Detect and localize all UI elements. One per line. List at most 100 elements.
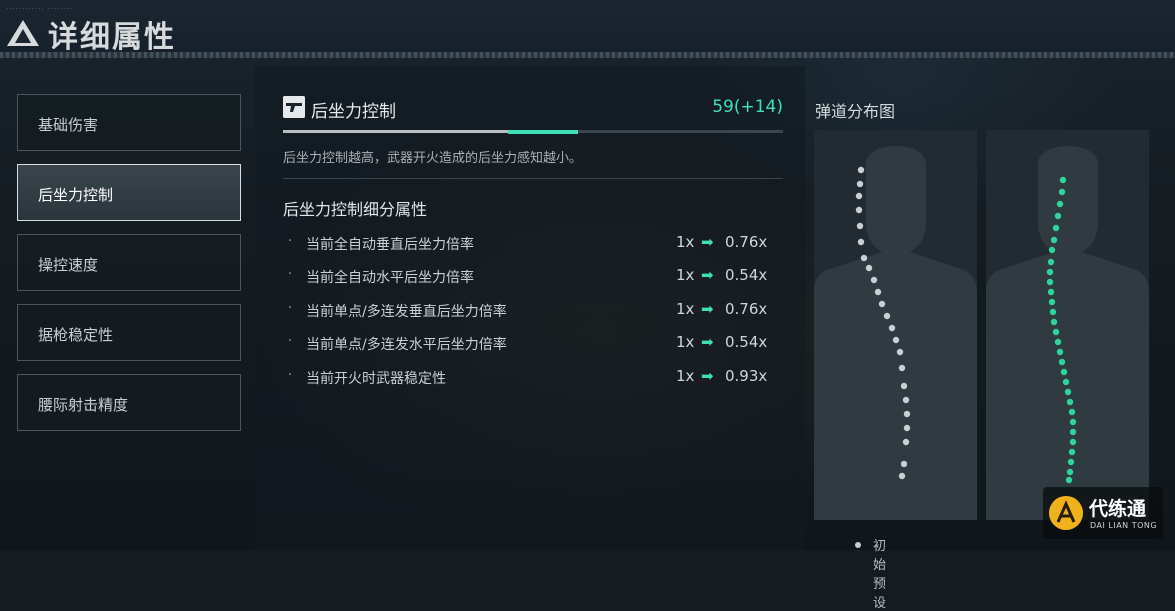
attribute-name: 当前全自动垂直后坐力倍率 — [306, 237, 474, 253]
menu-item-label: 后坐力控制 — [38, 186, 114, 204]
watermark-badge: 代练通 DAI LIAN TONG — [1043, 487, 1163, 539]
menu-item-recoil-control[interactable]: 后坐力控制 — [17, 164, 241, 221]
title-divider — [0, 52, 1175, 58]
shot-dot — [900, 382, 908, 390]
attribute-to: 0.54x — [725, 266, 768, 284]
sub-attributes-title: 后坐力控制细分属性 — [283, 200, 428, 219]
stat-title: 后坐力控制 — [311, 102, 396, 122]
shot-dot — [1048, 246, 1056, 254]
shot-dot — [1050, 318, 1058, 326]
silhouette-figure-icon — [814, 146, 977, 520]
game-logo-icon — [7, 20, 39, 46]
shot-dot — [1069, 438, 1077, 446]
shot-dot — [855, 206, 863, 214]
shot-dot — [1064, 388, 1072, 396]
title-bar: ............ ........ 详细属性 — [0, 0, 1175, 58]
shot-dot — [1069, 418, 1077, 426]
attribute-from: 1x — [676, 233, 695, 251]
shot-dot — [1058, 188, 1066, 196]
shot-dot — [870, 276, 878, 284]
attribute-name: 当前单点/多连发水平后坐力倍率 — [306, 337, 507, 353]
stat-value: 59(+14) — [712, 97, 783, 117]
stat-bar-base — [283, 130, 508, 133]
shot-dot — [1068, 448, 1076, 456]
shot-dot — [1056, 200, 1064, 208]
arrow-right-icon: ➡ — [701, 300, 714, 318]
arrow-right-icon: ➡ — [701, 333, 714, 351]
shot-dot — [1054, 212, 1062, 220]
attribute-to: 0.93x — [725, 367, 768, 385]
watermark-text: 代练通 — [1089, 498, 1147, 520]
shot-dot — [898, 472, 906, 480]
arrow-right-icon: ➡ — [701, 367, 714, 385]
menu-item-label: 操控速度 — [38, 256, 99, 274]
watermark-logo-icon — [1049, 496, 1083, 530]
shot-dot — [1046, 268, 1054, 276]
shot-dot — [1052, 224, 1060, 232]
shot-dot — [857, 166, 865, 174]
attribute-row: · 当前开火时武器稳定性 1x ➡ 0.93x — [288, 367, 778, 389]
shot-dot — [896, 348, 904, 356]
attribute-row: · 当前全自动垂直后坐力倍率 1x ➡ 0.76x — [288, 233, 778, 255]
rifle-icon — [283, 96, 305, 118]
shot-dot — [1050, 236, 1058, 244]
arrow-right-icon: ➡ — [701, 233, 714, 251]
legend-label: 初始预设 — [873, 539, 887, 611]
shot-dot — [1047, 258, 1055, 266]
attribute-to: 0.76x — [725, 233, 768, 251]
attribute-from: 1x — [676, 266, 695, 284]
menu-item-label: 据枪稳定性 — [38, 326, 114, 344]
category-menu: 基础伤害 后坐力控制 操控速度 据枪稳定性 腰际射击精度 — [17, 94, 241, 444]
header-caption: ............ ........ — [6, 3, 74, 11]
bullet: · — [288, 368, 293, 383]
bullet: · — [288, 334, 293, 349]
attribute-row: · 当前全自动水平后坐力倍率 1x ➡ 0.54x — [288, 266, 778, 288]
attribute-to: 0.76x — [725, 300, 768, 318]
shot-dot — [1066, 468, 1074, 476]
shot-dot — [865, 264, 873, 272]
shot-dot — [1066, 398, 1074, 406]
recoil-header: 后坐力控制 59(+14) — [283, 96, 783, 122]
shot-dot — [900, 460, 908, 468]
shot-dot — [1059, 176, 1067, 184]
shot-dot — [1068, 408, 1076, 416]
shot-dot — [1065, 476, 1073, 484]
shot-dot — [898, 364, 906, 372]
attribute-from: 1x — [676, 333, 695, 351]
shot-dot — [856, 180, 864, 188]
attribute-name: 当前开火时武器稳定性 — [306, 371, 446, 387]
attribute-from: 1x — [676, 367, 695, 385]
menu-item-label: 基础伤害 — [38, 116, 99, 134]
section-divider — [283, 178, 783, 179]
bullet: · — [288, 234, 293, 249]
menu-item-label: 腰际射击精度 — [38, 396, 129, 414]
menu-item-base-damage[interactable]: 基础伤害 — [17, 94, 241, 151]
shot-dot — [1046, 278, 1054, 286]
shot-dot — [902, 438, 910, 446]
shot-dot — [1062, 378, 1070, 386]
shot-dot — [903, 424, 911, 432]
shot-dot — [1047, 288, 1055, 296]
menu-item-hipfire-accuracy[interactable]: 腰际射击精度 — [17, 374, 241, 431]
shot-dot — [857, 238, 865, 246]
target-initial — [814, 130, 977, 520]
shot-dot — [1069, 428, 1077, 436]
target-current — [986, 130, 1149, 520]
menu-item-aim-stability[interactable]: 据枪稳定性 — [17, 304, 241, 361]
bullet: · — [288, 301, 293, 316]
menu-item-handling-speed[interactable]: 操控速度 — [17, 234, 241, 291]
legend-dot-icon — [855, 542, 861, 548]
shot-dot — [874, 288, 882, 296]
attribute-name: 当前单点/多连发垂直后坐力倍率 — [306, 304, 507, 320]
shot-dot — [1054, 338, 1062, 346]
shot-dot — [1067, 458, 1075, 466]
watermark-subtext: DAI LIAN TONG — [1090, 521, 1158, 530]
attribute-name: 当前全自动水平后坐力倍率 — [306, 270, 474, 286]
shot-dot — [856, 222, 864, 230]
arrow-right-icon: ➡ — [701, 266, 714, 284]
shot-dot — [878, 300, 886, 308]
shot-dot — [1058, 358, 1066, 366]
ballistics-title: 弹道分布图 — [815, 102, 896, 121]
shot-dot — [1060, 368, 1068, 376]
attribute-from: 1x — [676, 300, 695, 318]
